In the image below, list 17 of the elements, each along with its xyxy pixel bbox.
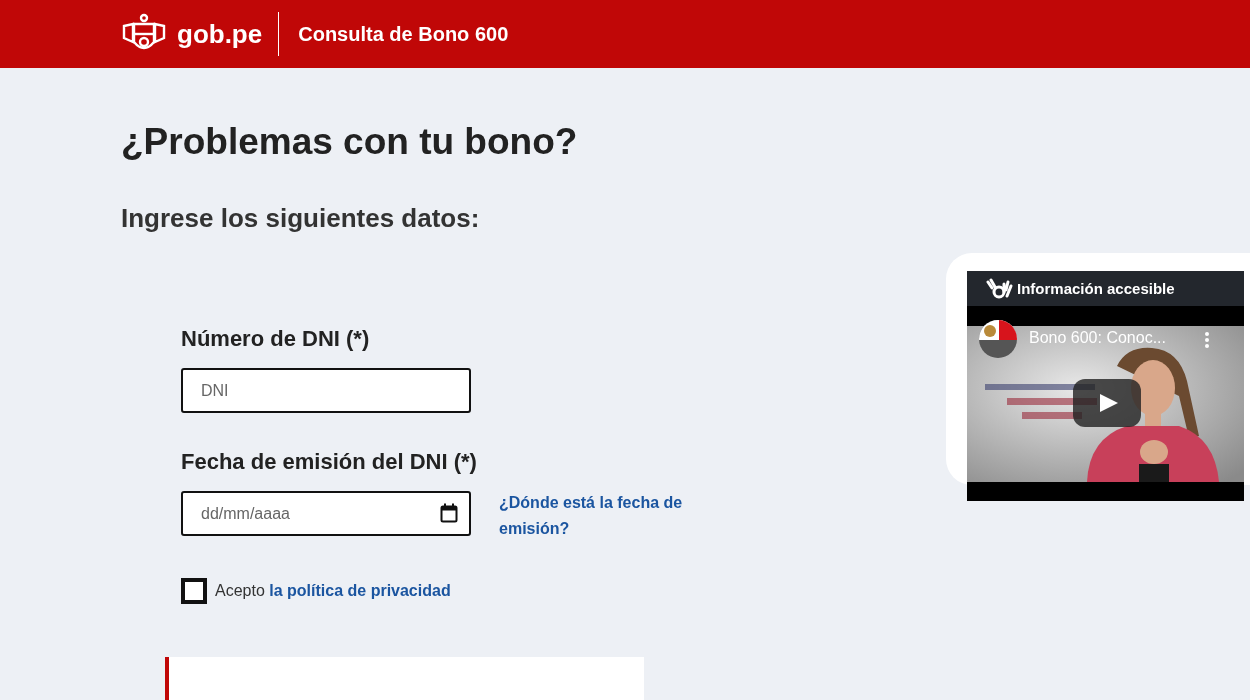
logo-text[interactable]: gob.pe	[177, 18, 263, 50]
play-button[interactable]	[1073, 379, 1141, 427]
page-title: ¿Problemas con tu bono?	[121, 120, 579, 164]
field-label: Fecha de emisión del DNI (*)	[181, 449, 477, 475]
consent-label: Acepto la política de privacidad	[215, 582, 451, 600]
widget-title: Información accesible	[1017, 280, 1175, 297]
dni-field[interactable]: DNI	[181, 368, 471, 413]
more-options-icon[interactable]	[1203, 331, 1211, 349]
date-field[interactable]: dd/mm/aaaa	[181, 491, 471, 536]
field-label: Número de DNI (*)	[181, 326, 370, 352]
calendar-icon[interactable]	[440, 503, 458, 523]
site-title: Consulta de Bono 600	[298, 22, 509, 46]
checkbox[interactable]	[181, 578, 207, 604]
privacy-link[interactable]: la política de privacidad	[269, 582, 451, 599]
sign-language-icon	[985, 277, 1013, 300]
help-link[interactable]: ¿Dónde está la fecha de emisión?	[499, 490, 689, 542]
form-subtitle: Ingrese los siguientes datos:	[121, 202, 481, 234]
